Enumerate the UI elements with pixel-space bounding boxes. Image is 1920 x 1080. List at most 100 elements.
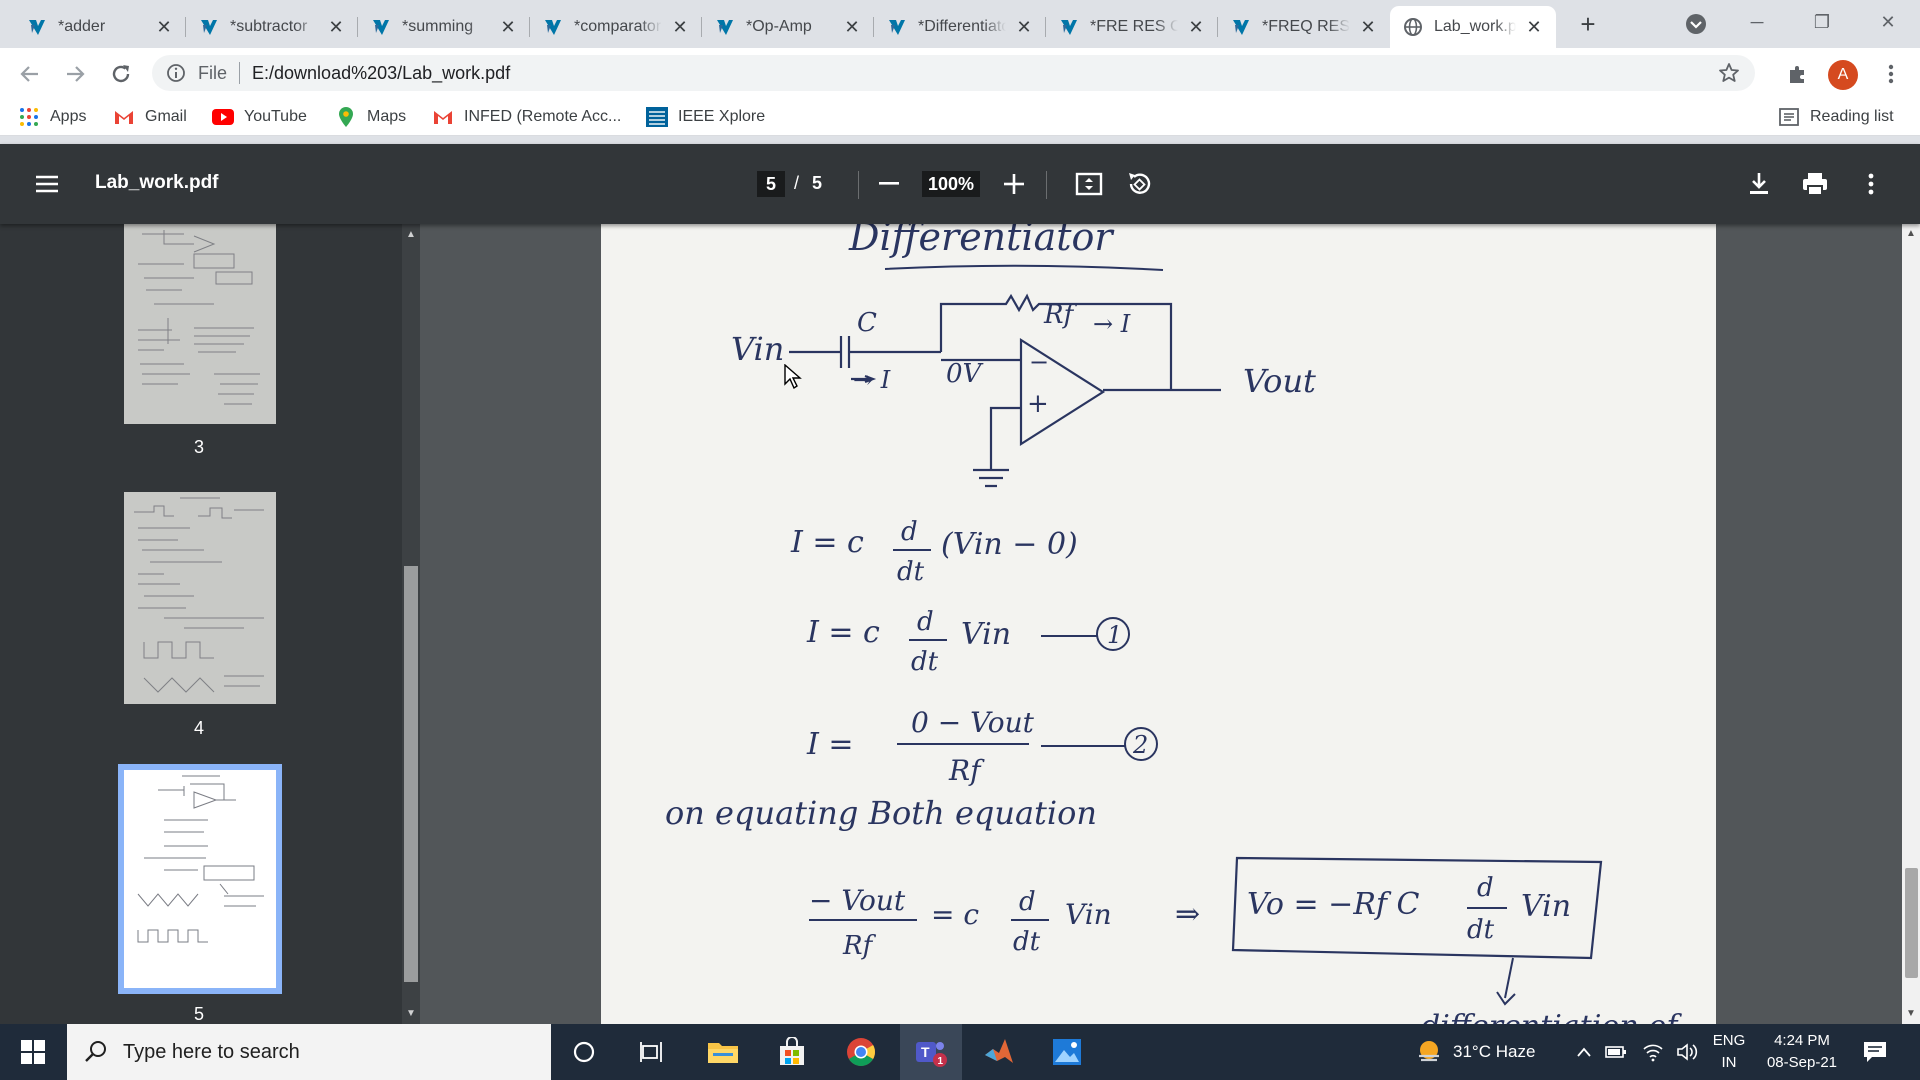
total-pages: 5 xyxy=(812,173,823,193)
chrome-menu-button[interactable] xyxy=(1876,59,1906,89)
eq2-denominator: dt xyxy=(911,647,939,677)
close-icon[interactable]: ✕ xyxy=(1186,17,1206,37)
close-icon[interactable]: ✕ xyxy=(498,17,518,37)
bookmark-apps[interactable]: Apps xyxy=(18,104,86,130)
equating-note: on equating Both equation xyxy=(665,794,1097,832)
matlab-taskbar-button[interactable] xyxy=(968,1024,1030,1080)
hamburger-menu-icon[interactable] xyxy=(34,170,60,198)
zoom-in-button[interactable] xyxy=(998,168,1030,200)
close-icon[interactable]: ✕ xyxy=(842,17,862,37)
pdf-viewer[interactable]: Differentiator C Rf → I Vin → I 0V − + V… xyxy=(420,224,1920,1024)
fit-to-page-icon[interactable] xyxy=(1073,168,1105,200)
result-arrow xyxy=(1496,957,1516,1006)
reload-button[interactable] xyxy=(106,59,136,89)
tab-search-icon[interactable] xyxy=(1684,12,1708,36)
weather-widget[interactable]: 31°C Haze xyxy=(1415,1024,1535,1080)
thumbnail-page-3[interactable] xyxy=(124,224,276,424)
tab-freq-res[interactable]: *FREQ RES ✕ xyxy=(1218,6,1390,48)
back-button[interactable] xyxy=(15,59,45,89)
volume-control[interactable] xyxy=(1676,1024,1700,1080)
info-icon[interactable] xyxy=(166,63,186,83)
address-bar[interactable]: File E:/download%203/Lab_work.pdf xyxy=(152,55,1755,91)
restore-button[interactable]: ❐ xyxy=(1802,4,1842,40)
bookmark-ieee[interactable]: IEEE Xplore xyxy=(646,104,765,130)
chevron-up-icon xyxy=(1577,1047,1591,1057)
task-view-button[interactable] xyxy=(621,1024,683,1080)
tab-fre-res-c[interactable]: *FRE RES C ✕ xyxy=(1046,6,1218,48)
show-hidden-icons-button[interactable] xyxy=(1576,1024,1592,1080)
matlab-icon xyxy=(1233,20,1249,35)
result-rhs: Vin xyxy=(1521,889,1571,924)
new-tab-button[interactable]: + xyxy=(1573,9,1603,39)
network-status[interactable] xyxy=(1642,1024,1664,1080)
tab-adder[interactable]: *adder ✕ xyxy=(14,6,186,48)
minimize-button[interactable]: ─ xyxy=(1737,4,1777,40)
microsoft-store-button[interactable] xyxy=(761,1024,823,1080)
windows-taskbar: Type here to search T1 31°C Haze ENG IN … xyxy=(0,1024,1920,1080)
thumbnail-page-5[interactable] xyxy=(118,764,282,994)
forward-button[interactable] xyxy=(60,59,90,89)
bookmark-label: YouTube xyxy=(244,108,307,125)
photos-taskbar-button[interactable] xyxy=(1036,1024,1098,1080)
clock[interactable]: 4:24 PM 08-Sep-21 xyxy=(1756,1030,1848,1074)
reading-list-button[interactable]: Reading list xyxy=(1778,104,1894,130)
close-icon[interactable]: ✕ xyxy=(1014,17,1034,37)
tab-lab-work[interactable]: Lab_work.pdf ✕ xyxy=(1390,6,1556,48)
toolbar-divider xyxy=(1046,171,1047,199)
cortana-button[interactable] xyxy=(553,1024,615,1080)
scroll-up-arrow[interactable]: ▲ xyxy=(1904,228,1918,240)
start-button[interactable] xyxy=(0,1024,66,1080)
tab-subtractor[interactable]: *subtractor ✕ xyxy=(186,6,358,48)
tab-comparator[interactable]: *comparator ✕ xyxy=(530,6,702,48)
result-denominator: dt xyxy=(1467,915,1495,945)
battery-status[interactable] xyxy=(1605,1024,1627,1080)
close-icon[interactable]: ✕ xyxy=(1524,17,1544,37)
profile-avatar[interactable]: A xyxy=(1828,60,1858,90)
page-thumbnail-image xyxy=(134,497,264,693)
close-icon[interactable]: ✕ xyxy=(670,17,690,37)
tab-op-amp[interactable]: *Op-Amp ✕ xyxy=(702,6,874,48)
folder-icon xyxy=(708,1043,738,1063)
sidebar-scrollbar-thumb[interactable] xyxy=(404,566,418,982)
teams-taskbar-button[interactable]: T1 xyxy=(900,1024,962,1080)
viewer-scrollbar-thumb[interactable] xyxy=(1905,868,1918,978)
language-code: ENG xyxy=(1712,1032,1746,1049)
bookmark-gmail[interactable]: Gmail xyxy=(113,104,187,130)
file-explorer-button[interactable] xyxy=(692,1024,754,1080)
close-icon[interactable]: ✕ xyxy=(154,17,174,37)
scroll-up-arrow[interactable]: ▲ xyxy=(402,226,420,242)
zoom-level[interactable]: 100% xyxy=(922,171,980,197)
rotate-icon[interactable] xyxy=(1123,168,1155,200)
tab-title: *summing xyxy=(402,18,474,35)
thumbnail-page-4[interactable] xyxy=(124,492,276,704)
tab-summing[interactable]: *summing ✕ xyxy=(358,6,530,48)
bookmark-label: Gmail xyxy=(145,108,187,125)
current-page-input[interactable]: 5 xyxy=(757,171,785,197)
bookmark-maps[interactable]: Maps xyxy=(335,104,406,130)
close-icon[interactable]: ✕ xyxy=(326,17,346,37)
bookmark-infed[interactable]: INFED (Remote Acc... xyxy=(432,104,621,130)
more-vertical-icon xyxy=(1888,64,1894,84)
action-center-button[interactable] xyxy=(1862,1024,1888,1080)
scroll-down-arrow[interactable]: ▼ xyxy=(402,1005,420,1021)
input-language-indicator[interactable]: ENG IN xyxy=(1711,1030,1747,1074)
extensions-button[interactable] xyxy=(1783,59,1813,89)
window-close-button[interactable]: ✕ xyxy=(1868,4,1908,40)
chrome-taskbar-button[interactable] xyxy=(830,1024,892,1080)
print-icon[interactable] xyxy=(1799,168,1831,200)
mouse-cursor-icon xyxy=(784,364,802,390)
eq4-numerator: − Vout xyxy=(809,884,906,917)
more-vertical-icon[interactable] xyxy=(1855,168,1887,200)
url-text[interactable]: E:/download%203/Lab_work.pdf xyxy=(252,63,510,84)
close-icon[interactable]: ✕ xyxy=(1358,17,1378,37)
scroll-down-arrow[interactable]: ▼ xyxy=(1904,1008,1918,1020)
download-icon[interactable] xyxy=(1743,168,1775,200)
plus-icon xyxy=(1004,174,1024,194)
tab-title: *FREQ RES xyxy=(1262,18,1350,35)
zoom-out-button[interactable] xyxy=(873,168,905,200)
taskbar-search-box[interactable]: Type here to search xyxy=(67,1024,551,1080)
tab-differentiator[interactable]: *Differentiator ✕ xyxy=(874,6,1046,48)
bookmark-star-icon[interactable] xyxy=(1717,61,1741,85)
bookmark-youtube[interactable]: YouTube xyxy=(212,104,307,130)
battery-icon xyxy=(1605,1046,1626,1058)
